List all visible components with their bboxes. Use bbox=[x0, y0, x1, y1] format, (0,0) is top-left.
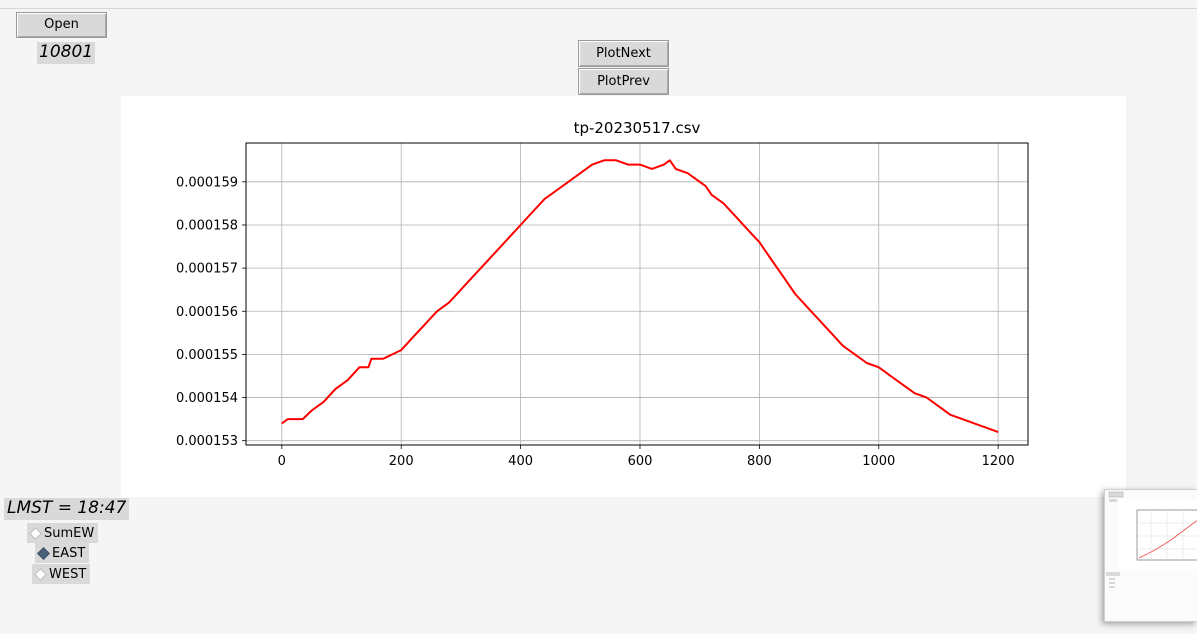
radio-label: EAST bbox=[52, 545, 86, 561]
radio-indicator-icon bbox=[36, 546, 50, 560]
y-tick-label: 0.000157 bbox=[176, 262, 238, 277]
window-thumbnail-preview[interactable] bbox=[1104, 489, 1197, 622]
radio-indicator-icon bbox=[33, 567, 47, 581]
line-chart: 0 200 400 600 800 1000 1200 0.000153 0.000154 0.0… bbox=[176, 119, 1029, 469]
x-tick-label: 0 bbox=[278, 454, 286, 469]
y-tick-label: 0.000154 bbox=[176, 391, 238, 406]
x-tick-label: 400 bbox=[508, 454, 533, 469]
y-tick-label: 0.000159 bbox=[176, 175, 238, 190]
lmst-label: LMST = 18:47 bbox=[4, 498, 130, 520]
radio-east[interactable]: EAST bbox=[35, 543, 90, 563]
radio-sumew[interactable]: SumEW bbox=[27, 523, 99, 543]
x-tick-label: 800 bbox=[747, 454, 772, 469]
plot-frame bbox=[245, 142, 1029, 446]
x-tick-label: 1200 bbox=[982, 454, 1015, 469]
radio-label: SumEW bbox=[44, 525, 95, 541]
radio-indicator-icon bbox=[28, 526, 42, 540]
thumbnail-image bbox=[1106, 491, 1197, 588]
x-tick-label: 200 bbox=[389, 454, 414, 469]
plot-prev-button[interactable]: PlotPrev bbox=[578, 68, 669, 95]
window-top-edge bbox=[0, 8, 1197, 9]
open-button[interactable]: Open bbox=[16, 12, 107, 38]
y-tick-label: 0.000158 bbox=[176, 218, 238, 233]
y-tick-label: 0.000155 bbox=[176, 348, 238, 363]
y-tick-label: 0.000156 bbox=[176, 305, 238, 320]
sample-count-label: 10801 bbox=[37, 42, 96, 64]
x-tick-label: 600 bbox=[628, 454, 653, 469]
y-tick-label: 0.000153 bbox=[176, 434, 238, 449]
plot-next-button[interactable]: PlotNext bbox=[578, 40, 669, 67]
plot-panel: 0 200 400 600 800 1000 1200 0.000153 0.000154 0.0… bbox=[121, 96, 1126, 497]
chart-title: tp-20230517.csv bbox=[574, 119, 701, 137]
radio-label: WEST bbox=[49, 566, 87, 582]
x-tick-label: 1000 bbox=[862, 454, 895, 469]
radio-west[interactable]: WEST bbox=[32, 564, 91, 584]
